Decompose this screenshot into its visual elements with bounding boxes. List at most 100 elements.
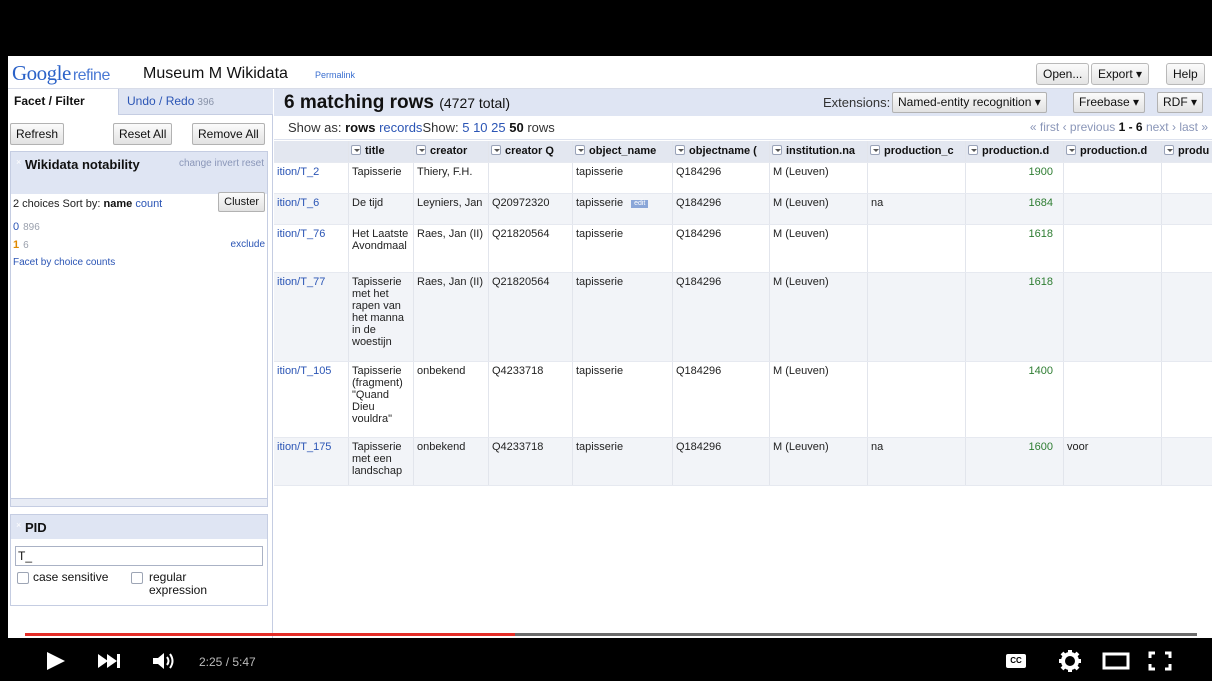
table-cell[interactable]: Q184296 bbox=[673, 163, 770, 193]
table-cell[interactable]: M (Leuven) bbox=[770, 273, 868, 361]
column-menu-dropdown-icon[interactable] bbox=[351, 145, 361, 155]
column-menu-dropdown-icon[interactable] bbox=[675, 145, 685, 155]
page-size-10[interactable]: 10 bbox=[473, 120, 487, 135]
cluster-button[interactable]: Cluster bbox=[218, 192, 265, 212]
help-button[interactable]: Help bbox=[1166, 63, 1205, 85]
table-cell[interactable]: ition/T_77 bbox=[274, 273, 349, 361]
table-row[interactable]: ition/T_76 Het Laatste Avondmaal Raes, Jan… bbox=[274, 225, 1212, 273]
permalink-link[interactable]: Permalink bbox=[315, 70, 355, 80]
table-cell[interactable]: M (Leuven) bbox=[770, 194, 868, 224]
column-menu-dropdown-icon[interactable] bbox=[575, 145, 585, 155]
table-cell[interactable]: 1400 bbox=[966, 362, 1064, 437]
cell-edit-button[interactable]: edit bbox=[631, 200, 649, 208]
column-header[interactable]: production.d bbox=[966, 141, 1064, 162]
table-cell[interactable] bbox=[489, 163, 573, 193]
table-cell[interactable] bbox=[1064, 225, 1162, 272]
table-cell[interactable]: Tapisserie met een landschap bbox=[349, 438, 414, 485]
table-cell[interactable] bbox=[868, 273, 966, 361]
table-row[interactable]: ition/T_175 Tapisserie met een landschap o… bbox=[274, 438, 1212, 486]
facet-actions[interactable]: change invert reset bbox=[179, 158, 264, 169]
tab-facet-filter[interactable]: Facet / Filter bbox=[8, 89, 119, 115]
column-menu-dropdown-icon[interactable] bbox=[870, 145, 880, 155]
table-cell[interactable]: M (Leuven) bbox=[770, 438, 868, 485]
column-header[interactable]: creator bbox=[414, 141, 489, 162]
table-cell[interactable]: tapisserie bbox=[573, 225, 673, 272]
table-cell[interactable]: tapisserie edit bbox=[573, 194, 673, 224]
close-icon[interactable]: × bbox=[16, 157, 21, 167]
column-header[interactable]: produ bbox=[1162, 141, 1212, 162]
exclude-link[interactable]: exclude bbox=[231, 239, 265, 250]
table-cell[interactable]: Thiery, F.H. bbox=[414, 163, 489, 193]
export-button[interactable]: Export ▾ bbox=[1091, 63, 1150, 85]
video-progress-fill[interactable] bbox=[25, 633, 515, 636]
table-cell[interactable]: ition/T_76 bbox=[274, 225, 349, 272]
table-cell[interactable]: Q184296 bbox=[673, 362, 770, 437]
column-menu-dropdown-icon[interactable] bbox=[772, 145, 782, 155]
choice-value[interactable]: 1 bbox=[13, 239, 19, 251]
column-menu-dropdown-icon[interactable] bbox=[416, 145, 426, 155]
column-menu-dropdown-icon[interactable] bbox=[968, 145, 978, 155]
close-icon[interactable]: × bbox=[16, 520, 21, 530]
pid-filter-input[interactable]: T_ bbox=[15, 546, 263, 566]
facet-resize-handle[interactable] bbox=[11, 498, 267, 506]
table-cell[interactable]: ition/T_105 bbox=[274, 362, 349, 437]
table-cell[interactable] bbox=[1162, 225, 1212, 272]
table-cell[interactable] bbox=[1064, 163, 1162, 193]
table-cell[interactable]: tapisserie bbox=[573, 438, 673, 485]
table-cell[interactable]: Q20972320 bbox=[489, 194, 573, 224]
table-cell[interactable] bbox=[1162, 163, 1212, 193]
cc-icon[interactable]: CC bbox=[1006, 654, 1026, 668]
table-cell[interactable]: onbekend bbox=[414, 438, 489, 485]
table-row[interactable]: ition/T_2 Tapisserie Thiery, F.H. tapisseri… bbox=[274, 163, 1212, 194]
table-cell[interactable] bbox=[868, 362, 966, 437]
table-cell[interactable]: Tapisserie met het rapen van het manna i… bbox=[349, 273, 414, 361]
refresh-button[interactable]: Refresh bbox=[10, 123, 65, 145]
column-menu-dropdown-icon[interactable] bbox=[1164, 145, 1174, 155]
next-icon[interactable] bbox=[97, 653, 123, 669]
page-size-50[interactable]: 50 bbox=[509, 120, 523, 135]
pager-next[interactable]: next › bbox=[1146, 120, 1176, 134]
column-header[interactable]: objectname ( bbox=[673, 141, 770, 162]
table-cell[interactable]: na bbox=[868, 438, 966, 485]
fullscreen-icon[interactable] bbox=[1148, 651, 1172, 671]
table-cell[interactable]: ition/T_175 bbox=[274, 438, 349, 485]
table-cell[interactable]: Raes, Jan (II) bbox=[414, 273, 489, 361]
table-cell[interactable]: Q21820564 bbox=[489, 225, 573, 272]
table-cell[interactable] bbox=[1162, 273, 1212, 361]
table-cell[interactable] bbox=[1064, 194, 1162, 224]
pager-previous[interactable]: ‹ previous bbox=[1063, 120, 1116, 134]
facet-by-choice-counts-link[interactable]: Facet by choice counts bbox=[13, 257, 115, 268]
page-size-25[interactable]: 25 bbox=[491, 120, 505, 135]
freebase-menu[interactable]: Freebase ▾ bbox=[1073, 92, 1146, 113]
volume-icon[interactable] bbox=[152, 651, 180, 671]
table-row[interactable]: ition/T_105 Tapisserie (fragment) "Quand … bbox=[274, 362, 1212, 438]
table-cell[interactable]: Het Laatste Avondmaal bbox=[349, 225, 414, 272]
column-menu-dropdown-icon[interactable] bbox=[1066, 145, 1076, 155]
table-row[interactable]: ition/T_6 De tijd Leyniers, Jan Q20972320 ta… bbox=[274, 194, 1212, 225]
column-header[interactable]: production.d bbox=[1064, 141, 1162, 162]
table-cell[interactable]: tapisserie bbox=[573, 362, 673, 437]
open-button[interactable]: Open... bbox=[1036, 63, 1090, 85]
table-cell[interactable] bbox=[868, 225, 966, 272]
view-rows[interactable]: rows bbox=[345, 120, 375, 135]
column-header[interactable]: production_c bbox=[868, 141, 966, 162]
play-icon[interactable] bbox=[45, 651, 67, 671]
table-cell[interactable] bbox=[1162, 194, 1212, 224]
table-cell[interactable]: 1600 bbox=[966, 438, 1064, 485]
choice-value[interactable]: 0 bbox=[13, 221, 19, 233]
table-cell[interactable]: Q184296 bbox=[673, 438, 770, 485]
table-cell[interactable] bbox=[1162, 438, 1212, 485]
table-cell[interactable]: Q184296 bbox=[673, 273, 770, 361]
table-cell[interactable]: 1684 bbox=[966, 194, 1064, 224]
facet-choice-selected[interactable]: 16 bbox=[13, 239, 29, 251]
table-cell[interactable]: Tapisserie bbox=[349, 163, 414, 193]
table-cell[interactable]: Q184296 bbox=[673, 194, 770, 224]
case-sensitive-checkbox[interactable] bbox=[17, 572, 29, 584]
table-cell[interactable]: ition/T_2 bbox=[274, 163, 349, 193]
table-cell[interactable]: 1618 bbox=[966, 225, 1064, 272]
table-cell[interactable]: Raes, Jan (II) bbox=[414, 225, 489, 272]
sort-by-name[interactable]: name bbox=[104, 198, 133, 210]
table-cell[interactable]: na bbox=[868, 194, 966, 224]
rdf-menu[interactable]: RDF ▾ bbox=[1157, 92, 1204, 113]
table-cell[interactable]: Q4233718 bbox=[489, 362, 573, 437]
